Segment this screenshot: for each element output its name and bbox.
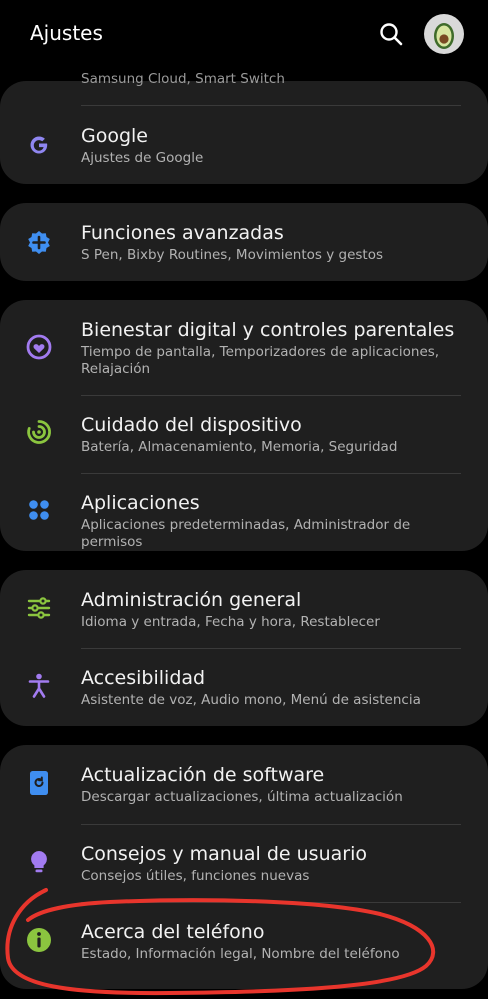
settings-item-label: Acerca del teléfono [81,921,265,943]
settings-item-label: Accesibilidad [81,667,206,689]
general-management-icon [27,597,51,619]
apps-icon [29,500,49,520]
settings-item-accessibility[interactable]: Accesibilidad Asistente de voz, Audio mo… [0,648,488,726]
settings-item-label: Administración general [81,589,302,611]
settings-card-general: Administración general Idioma y entrada,… [0,570,488,726]
settings-item-subtitle: Consejos útiles, funciones nuevas [81,868,310,884]
settings-item-device-care[interactable]: Cuidado del dispositivo Batería, Almacen… [0,395,488,473]
advanced-features-icon [28,231,50,254]
settings-card-device: Bienestar digital y controles parentales… [0,300,488,551]
search-icon[interactable] [378,21,404,47]
settings-card-about: Actualización de software Descargar actu… [0,745,488,989]
settings-item-subtitle: S Pen, Bixby Routines, Movimientos y ges… [81,247,383,263]
settings-item-software-update[interactable]: Actualización de software Descargar actu… [0,745,488,823]
settings-item-label: Actualización de software [81,764,325,786]
settings-item-subtitle: Idioma y entrada, Fecha y hora, Restable… [81,614,380,630]
software-update-icon [30,771,48,795]
settings-item-label: Aplicaciones [81,492,200,514]
settings-item-subtitle: Estado, Información legal, Nombre del te… [81,946,400,962]
google-icon [30,136,48,154]
app-header: Ajustes [0,0,488,70]
settings-item-subtitle: Aplicaciones predeterminadas, Administra… [81,517,411,550]
digital-wellbeing-icon [26,334,52,360]
avocado-avatar-icon [434,23,454,49]
avatar[interactable] [424,14,464,54]
tips-icon [31,851,47,873]
settings-item-label: Consejos y manual de usuario [81,843,367,865]
settings-item-subtitle: Ajustes de Google [81,150,204,166]
samsung-cloud-subtitle: Samsung Cloud, Smart Switch [81,71,285,87]
settings-card-advanced: Funciones avanzadas S Pen, Bixby Routine… [0,203,488,281]
device-care-icon [27,420,51,444]
settings-item-apps[interactable]: Aplicaciones Aplicaciones predeterminada… [0,473,488,551]
settings-item-label: Bienestar digital y controles parentales [81,319,455,341]
settings-item-about-phone[interactable]: Acerca del teléfono Estado, Información … [0,902,488,989]
settings-item-label: Funciones avanzadas [81,222,284,244]
settings-item-subtitle: Descargar actualizaciones, última actual… [81,789,403,805]
settings-item-tips[interactable]: Consejos y manual de usuario Consejos út… [0,824,488,902]
settings-item-advanced-features[interactable]: Funciones avanzadas S Pen, Bixby Routine… [0,203,488,281]
settings-item-subtitle: Batería, Almacenamiento, Memoria, Seguri… [81,439,398,455]
page-title: Ajustes [30,21,103,45]
settings-card-accounts: Samsung Cloud, Smart Switch Google Ajust… [0,71,488,184]
settings-item-digital-wellbeing[interactable]: Bienestar digital y controles parentales… [0,300,488,394]
settings-item-label: Google [81,125,149,147]
settings-item-subtitle: Asistente de voz, Audio mono, Menú de as… [81,692,421,708]
settings-item-subtitle: Tiempo de pantalla, Temporizadores de ap… [81,344,440,377]
settings-item-label: Cuidado del dispositivo [81,414,302,436]
accessibility-icon [28,673,50,698]
settings-item-general-management[interactable]: Administración general Idioma y entrada,… [0,570,488,648]
info-icon [27,928,51,952]
settings-item-google[interactable]: Google Ajustes de Google [0,106,488,184]
